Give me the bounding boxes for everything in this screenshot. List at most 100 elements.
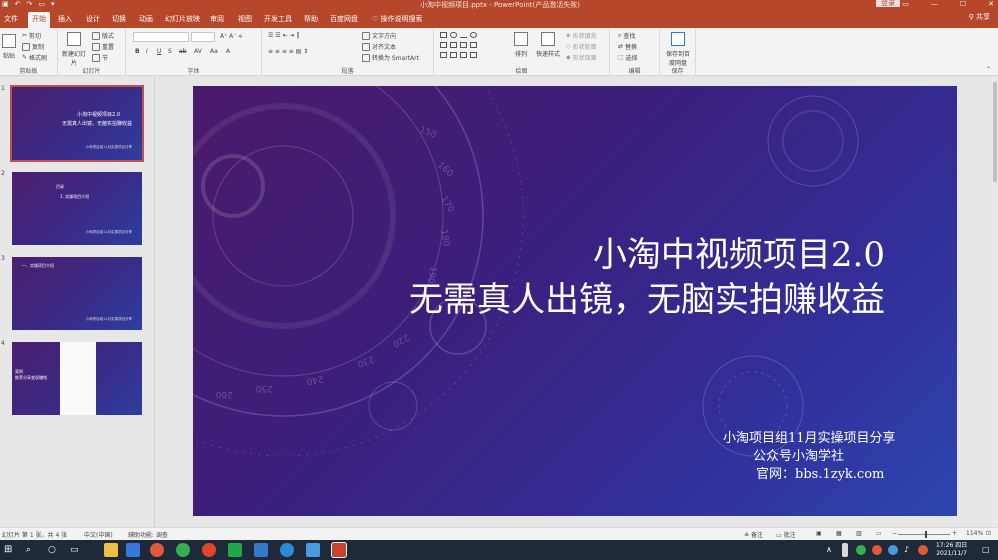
reading-view-icon[interactable]: ▥ <box>856 530 862 537</box>
app-blue-icon[interactable] <box>306 543 320 557</box>
zoom-out-icon[interactable]: − <box>892 530 897 537</box>
font-color-icon[interactable]: A <box>226 48 230 55</box>
taskbar-clock[interactable]: 17:26 四日 2021/11/7 <box>936 542 967 558</box>
maximize-icon[interactable]: ☐ <box>960 0 966 8</box>
new-slide-button[interactable]: 新建幻灯片 <box>62 32 86 67</box>
paste-button[interactable]: 粘贴 <box>2 34 16 60</box>
powerpoint-taskbar-icon[interactable] <box>331 542 347 558</box>
ribbon-display-icon[interactable]: ▭ <box>902 0 909 8</box>
zoom-slider[interactable] <box>898 534 950 535</box>
text-direction-button[interactable]: 文字方向 <box>362 31 396 40</box>
copy-button[interactable]: 复制 <box>22 42 44 51</box>
select-button[interactable]: ⬚ 选择 <box>618 53 638 62</box>
zoom-in-icon[interactable]: + <box>952 530 957 537</box>
section-button[interactable]: 节 <box>92 53 108 62</box>
arrange-button[interactable]: 排列 <box>514 32 528 58</box>
align-icons[interactable]: ≡ ≡ ≡ ≡ ▤ ⇕ <box>268 48 308 55</box>
save-icon[interactable]: ▣ <box>2 0 9 8</box>
vertical-scrollbar[interactable] <box>992 77 998 527</box>
shape-fill-button[interactable]: ◈ 形状填充 <box>566 31 597 40</box>
collapse-ribbon-icon[interactable]: ⌃ <box>986 66 991 73</box>
start-slideshow-icon[interactable]: ▭ <box>38 0 45 8</box>
notifications-icon[interactable]: ▢ <box>982 543 996 557</box>
app-red-icon[interactable] <box>202 543 216 557</box>
tab-developer[interactable]: 开发工具 <box>260 12 296 26</box>
tab-design[interactable]: 设计 <box>82 12 104 26</box>
smartart-button[interactable]: 转换为 SmartArt <box>362 53 419 62</box>
format-painter-button[interactable]: ✎ 格式刷 <box>22 53 47 62</box>
slide-thumbnail-1[interactable]: 小淘中视频项目2.0 无需真人出镜，无脑实拍赚收益 小淘项目组11月实操项目分享 <box>10 85 144 162</box>
notes-button[interactable]: ≙ 备注 <box>744 530 763 539</box>
strikethrough-icon[interactable]: ab <box>179 48 187 55</box>
customize-qat-icon[interactable]: ▾ <box>51 0 55 8</box>
slideshow-view-icon[interactable]: ▭ <box>876 530 882 537</box>
current-slide[interactable]: 150 160 170 180 190 220 230 240 250 260 … <box>193 86 957 516</box>
reset-button[interactable]: 重置 <box>92 42 114 51</box>
fit-to-window-icon[interactable]: ⊡ <box>986 530 991 537</box>
tab-help[interactable]: 帮助 <box>300 12 322 26</box>
undo-icon[interactable]: ↶ <box>15 0 21 8</box>
char-spacing-icon[interactable]: AV <box>194 48 202 55</box>
slide-thumbnail-3[interactable]: 一、实操项目介绍 小淘项目组11月实操项目分享 <box>12 257 142 330</box>
scrollbar-thumb[interactable] <box>993 82 997 182</box>
tab-review[interactable]: 审阅 <box>206 12 228 26</box>
shape-effects-button[interactable]: ◆ 形状效果 <box>566 53 597 62</box>
italic-icon[interactable]: I <box>146 48 148 55</box>
tab-slideshow[interactable]: 幻灯片放映 <box>161 12 204 26</box>
tray-app-icon[interactable] <box>842 543 848 557</box>
zoom-level[interactable]: 114% <box>966 530 983 537</box>
underline-icon[interactable]: U <box>157 48 161 55</box>
share-button[interactable]: ⚲ 共享 <box>969 12 990 22</box>
bullets-icon[interactable]: ☰ ☰ ⇤ ⇥ ‖ <box>268 32 299 39</box>
task-view-icon[interactable]: ▭ <box>70 543 84 557</box>
tab-home[interactable]: 开始 <box>28 12 50 28</box>
find-button[interactable]: ⌕ 查找 <box>618 31 635 41</box>
signin-button[interactable]: 登录 <box>876 0 900 7</box>
shape-outline-button[interactable]: ◇ 形状轮廓 <box>566 42 597 51</box>
tell-me-search[interactable]: ♡ 操作说明搜索 <box>368 12 427 26</box>
windows-start-icon[interactable]: ⊞ <box>4 543 18 557</box>
wechat-icon[interactable] <box>176 543 190 557</box>
font-size-controls[interactable]: A⁺ A⁻ ⟡ <box>220 33 242 41</box>
quick-styles-button[interactable]: 快速样式 <box>536 32 560 58</box>
save-to-baidu-button[interactable]: 保存到百度网盘 <box>664 32 692 67</box>
zoom-slider-knob[interactable] <box>925 531 927 538</box>
search-icon[interactable]: ⌕ <box>26 543 40 557</box>
tab-animations[interactable]: 动画 <box>135 12 157 26</box>
slide-title-line1[interactable]: 小淘中视频项目2.0 <box>593 227 885 276</box>
close-icon[interactable]: ✕ <box>988 0 994 8</box>
ime-icon[interactable] <box>918 545 928 555</box>
cut-button[interactable]: ✂ 剪切 <box>22 31 41 40</box>
volume-icon[interactable]: ♪ <box>904 543 918 557</box>
comments-button[interactable]: ▭ 批注 <box>776 530 796 539</box>
cortana-icon[interactable]: ○ <box>48 543 62 557</box>
redo-icon[interactable]: ↷ <box>27 0 33 8</box>
normal-view-icon[interactable]: ▣ <box>816 530 822 537</box>
slide-title-line2[interactable]: 无需真人出镜，无脑实拍赚收益 <box>409 272 885 321</box>
layout-button[interactable]: 版式 <box>92 31 114 40</box>
chrome-icon[interactable] <box>150 543 164 557</box>
accessibility-status[interactable]: 辅助功能: 调查 <box>128 530 168 539</box>
font-size-select[interactable] <box>191 32 215 42</box>
tray-wechat-icon[interactable] <box>856 545 866 555</box>
slide-subtitle-line1[interactable]: 小淘项目组11月实操项目分享 <box>723 427 896 446</box>
minimize-icon[interactable]: — <box>931 0 938 8</box>
photos-icon[interactable] <box>254 543 268 557</box>
slide-subtitle-line3[interactable]: 官网：bbs.1zyk.com <box>756 463 884 482</box>
tray-up-arrow-icon[interactable]: ∧ <box>826 543 840 557</box>
tab-view[interactable]: 视图 <box>234 12 256 26</box>
browser-icon[interactable] <box>280 543 294 557</box>
bold-icon[interactable]: B <box>135 48 140 55</box>
tray-red-icon[interactable] <box>872 545 882 555</box>
change-case-icon[interactable]: Aa <box>210 48 218 55</box>
slide-thumbnail-2[interactable]: 目录 1. 实操项目介绍 小淘项目组11月实操项目分享 <box>12 172 142 245</box>
tab-baidu-netdisk[interactable]: 百度网盘 <box>326 12 362 26</box>
align-text-button[interactable]: 对齐文本 <box>362 42 396 51</box>
tab-insert[interactable]: 插入 <box>54 12 76 26</box>
shadow-icon[interactable]: S <box>168 48 172 55</box>
tray-blue-icon[interactable] <box>888 545 898 555</box>
replace-button[interactable]: ⇄ 替换 <box>618 42 637 51</box>
tab-file[interactable]: 文件 <box>0 12 22 26</box>
store-icon[interactable] <box>126 543 140 557</box>
tab-transitions[interactable]: 切换 <box>108 12 130 26</box>
